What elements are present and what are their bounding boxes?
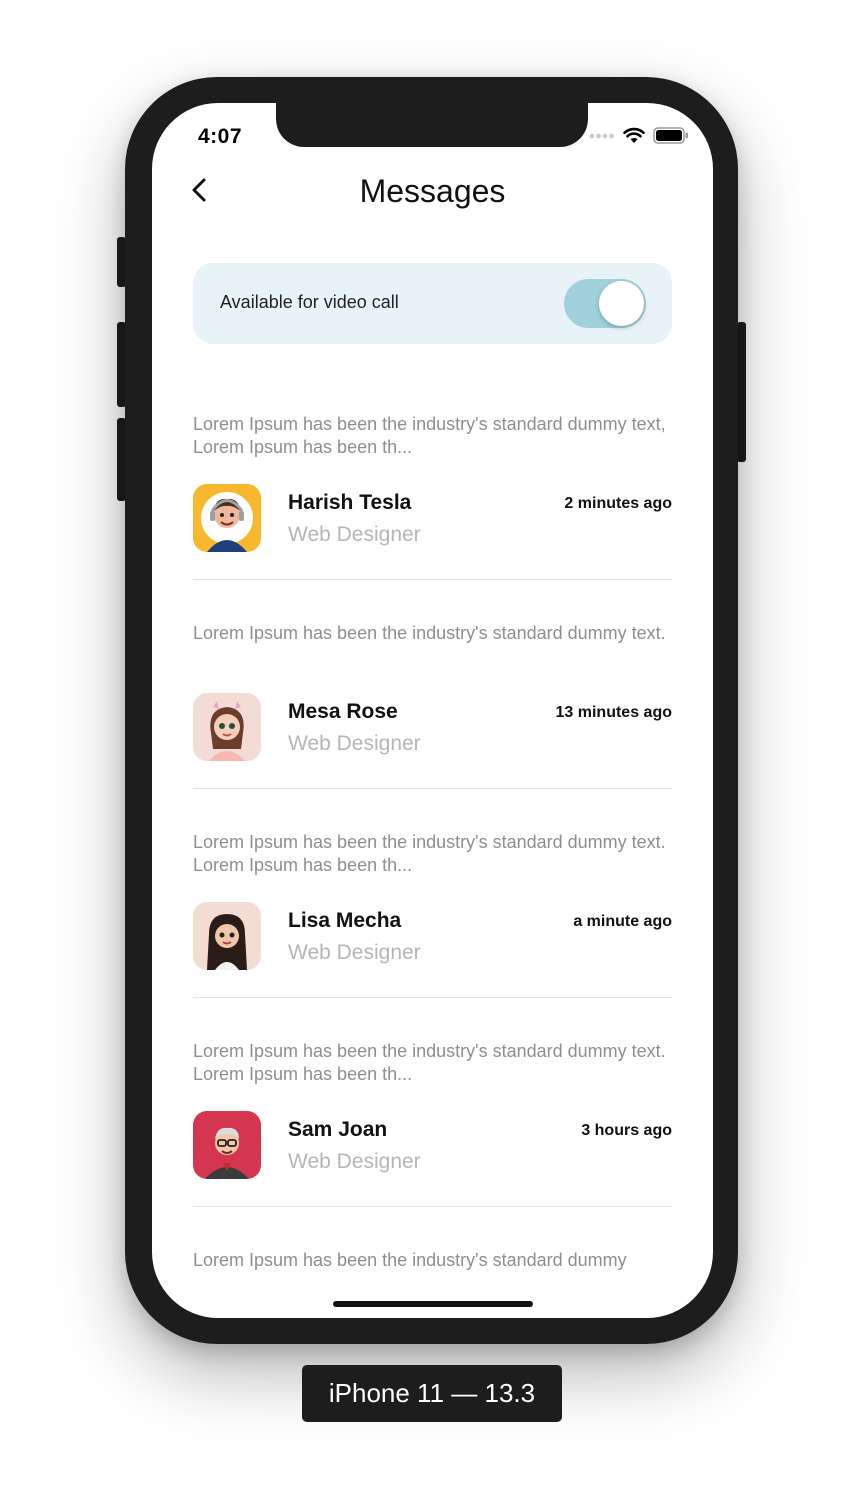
avatar	[193, 484, 261, 552]
app-screen: 4:07 Messages Available for video call L…	[152, 103, 713, 1318]
message-preview: Lorem Ipsum has been the industry's stan…	[193, 414, 666, 457]
message-preview: Lorem Ipsum has been the industry's stan…	[193, 623, 666, 643]
message-item[interactable]: Lorem Ipsum has been the industry's stan…	[193, 622, 672, 800]
home-indicator[interactable]	[333, 1301, 533, 1307]
message-item[interactable]: Lorem Ipsum has been the industry's stan…	[193, 1040, 672, 1218]
contact-role: Web Designer	[288, 941, 421, 964]
wifi-icon	[623, 127, 645, 143]
message-time: 2 minutes ago	[564, 495, 672, 512]
status-time: 4:07	[198, 125, 243, 148]
woman-avatar	[193, 902, 261, 970]
contact-role: Web Designer	[288, 732, 421, 755]
device-caption: iPhone 11 — 13.3	[302, 1365, 562, 1422]
divider	[193, 788, 672, 789]
contact-name: Harish Tesla	[288, 491, 412, 514]
message-item[interactable]: Lorem Ipsum has been the industry's stan…	[193, 831, 672, 1009]
video-call-label: Available for video call	[220, 292, 399, 312]
message-preview: Lorem Ipsum has been the industry's stan…	[193, 1250, 627, 1270]
contact-role: Web Designer	[288, 523, 421, 546]
divider	[193, 579, 672, 580]
status-icons	[589, 127, 689, 144]
message-time: 13 minutes ago	[555, 704, 672, 721]
avatar	[193, 902, 261, 970]
man-glasses-avatar	[193, 1111, 261, 1179]
man-headphones-avatar	[193, 484, 261, 552]
contact-name: Lisa Mecha	[288, 909, 402, 932]
contact-name: Sam Joan	[288, 1118, 388, 1141]
message-preview: Lorem Ipsum has been the industry's stan…	[193, 1041, 666, 1084]
notch	[276, 103, 588, 147]
girl-avatar	[193, 693, 261, 761]
power-button	[737, 322, 746, 462]
signal-dots-icon	[589, 133, 614, 138]
divider	[193, 1206, 672, 1207]
avatar	[193, 693, 261, 761]
avatar	[193, 1111, 261, 1179]
message-time: 3 hours ago	[581, 1122, 672, 1139]
contact-name: Mesa Rose	[288, 700, 398, 723]
video-call-toggle[interactable]	[564, 279, 646, 328]
divider	[193, 997, 672, 998]
message-item[interactable]: Lorem Ipsum has been the industry's stan…	[193, 1249, 672, 1289]
video-call-card: Available for video call	[193, 263, 672, 344]
message-preview: Lorem Ipsum has been the industry's stan…	[193, 832, 666, 875]
message-item[interactable]: Lorem Ipsum has been the industry's stan…	[193, 413, 672, 591]
contact-role: Web Designer	[288, 1150, 421, 1173]
page-title: Messages	[359, 173, 506, 209]
toggle-knob	[599, 281, 644, 326]
message-time: a minute ago	[573, 913, 672, 930]
battery-icon	[653, 127, 688, 144]
